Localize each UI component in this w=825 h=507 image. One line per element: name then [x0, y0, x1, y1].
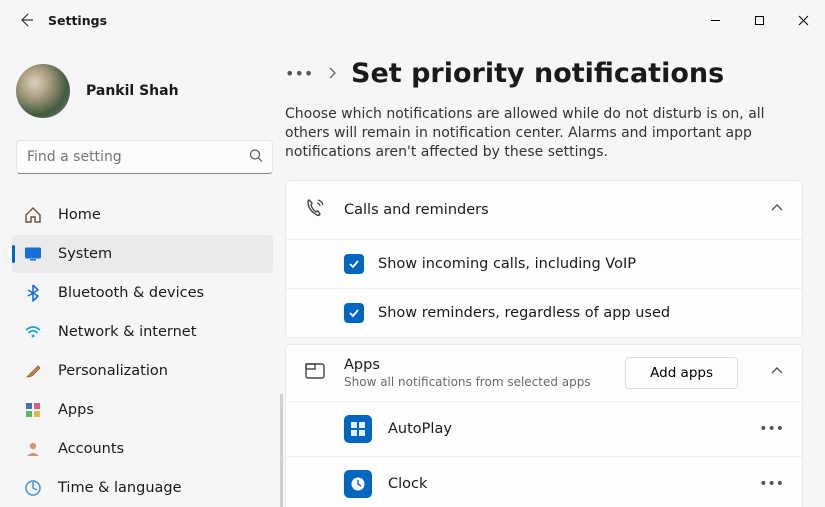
more-options-icon[interactable]: •••	[759, 476, 784, 492]
clock-icon	[344, 470, 372, 498]
bluetooth-icon	[24, 284, 42, 302]
globe-clock-icon	[24, 479, 42, 497]
sidebar-item-accounts[interactable]: Accounts	[12, 430, 273, 468]
search-input[interactable]	[16, 140, 273, 174]
scrollbar-indicator[interactable]	[280, 394, 283, 507]
apps-header[interactable]: Apps Show all notifications from selecte…	[286, 345, 802, 401]
chevron-up-icon	[770, 200, 784, 219]
option-incoming-calls[interactable]: Show incoming calls, including VoIP	[286, 239, 802, 288]
sidebar: Pankil Shah Home System Bluetooth & devi…	[0, 40, 285, 507]
sidebar-item-label: System	[58, 246, 112, 262]
sidebar-item-bluetooth[interactable]: Bluetooth & devices	[12, 274, 273, 312]
calls-reminders-header[interactable]: Calls and reminders	[286, 181, 802, 239]
option-reminders[interactable]: Show reminders, regardless of app used	[286, 288, 802, 337]
maximize-button[interactable]	[737, 5, 781, 35]
phone-icon	[304, 197, 326, 223]
sidebar-item-home[interactable]: Home	[12, 196, 273, 234]
profile-name: Pankil Shah	[86, 83, 179, 99]
app-window-icon	[304, 360, 326, 386]
sidebar-item-apps[interactable]: Apps	[12, 391, 273, 429]
close-button[interactable]	[781, 5, 825, 35]
search-icon	[249, 148, 263, 167]
page-title: Set priority notifications	[351, 58, 724, 89]
sidebar-item-personalization[interactable]: Personalization	[12, 352, 273, 390]
apps-icon	[24, 401, 42, 419]
home-icon	[24, 206, 42, 224]
page-description: Choose which notifications are allowed w…	[285, 105, 785, 162]
option-label: Show reminders, regardless of app used	[378, 305, 670, 321]
main-content: ••• Set priority notifications Choose wh…	[285, 40, 825, 507]
autoplay-icon	[344, 415, 372, 443]
checkbox-checked[interactable]	[344, 303, 364, 323]
add-apps-button[interactable]: Add apps	[625, 357, 738, 389]
chevron-up-icon	[770, 363, 784, 382]
app-name: Clock	[388, 476, 743, 492]
apps-section: Apps Show all notifications from selecte…	[285, 344, 803, 507]
app-row-autoplay[interactable]: AutoPlay •••	[286, 401, 802, 456]
sidebar-item-network[interactable]: Network & internet	[12, 313, 273, 351]
sidebar-item-label: Network & internet	[58, 324, 196, 340]
option-label: Show incoming calls, including VoIP	[378, 256, 636, 272]
sidebar-item-label: Bluetooth & devices	[58, 285, 204, 301]
apps-subtitle: Show all notifications from selected app…	[344, 375, 607, 389]
breadcrumb: ••• Set priority notifications	[285, 48, 803, 99]
sidebar-item-time[interactable]: Time & language	[12, 469, 273, 507]
wifi-icon	[24, 323, 42, 341]
system-icon	[24, 245, 42, 263]
breadcrumb-more-icon[interactable]: •••	[285, 64, 313, 83]
person-icon	[24, 440, 42, 458]
chevron-right-icon	[327, 64, 337, 83]
calls-reminders-section: Calls and reminders Show incoming calls,…	[285, 180, 803, 338]
avatar	[16, 64, 70, 118]
sidebar-item-system[interactable]: System	[12, 235, 273, 273]
minimize-button[interactable]	[693, 5, 737, 35]
window-title: Settings	[48, 13, 107, 28]
calls-reminders-title: Calls and reminders	[344, 202, 752, 218]
nav-list: Home System Bluetooth & devices Network …	[12, 196, 285, 507]
brush-icon	[24, 362, 42, 380]
sidebar-item-label: Apps	[58, 402, 94, 418]
app-row-clock[interactable]: Clock •••	[286, 456, 802, 507]
sidebar-item-label: Home	[58, 207, 101, 223]
apps-title: Apps	[344, 357, 607, 373]
back-button[interactable]	[8, 2, 44, 38]
app-name: AutoPlay	[388, 421, 743, 437]
checkbox-checked[interactable]	[344, 254, 364, 274]
more-options-icon[interactable]: •••	[759, 421, 784, 437]
sidebar-item-label: Personalization	[58, 363, 168, 379]
profile[interactable]: Pankil Shah	[12, 48, 285, 140]
sidebar-item-label: Accounts	[58, 441, 124, 457]
sidebar-item-label: Time & language	[58, 480, 182, 496]
search-box[interactable]	[16, 140, 273, 174]
